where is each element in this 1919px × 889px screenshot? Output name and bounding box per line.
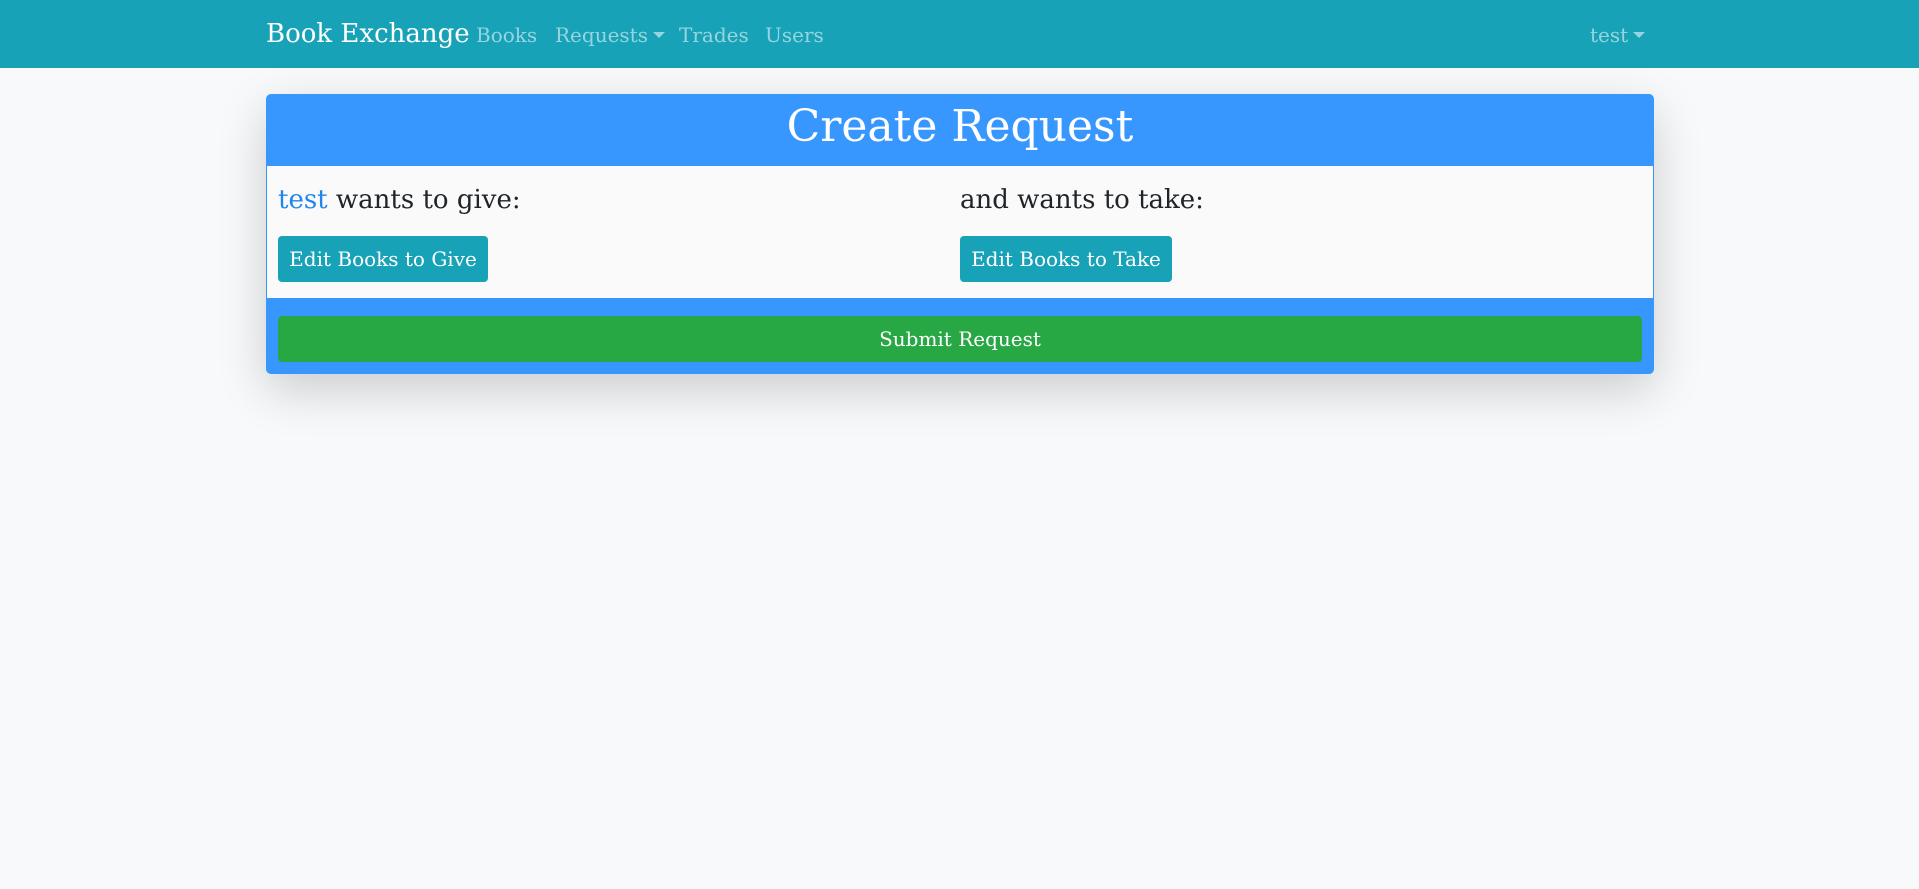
give-heading: test wants to give: [278,182,521,218]
nav-link-users[interactable]: Users [765,21,824,49]
nav-requests-label: Requests [555,23,648,47]
give-heading-text: wants to give: [335,185,521,215]
nav-link-trades[interactable]: Trades [679,21,749,49]
user-link[interactable]: test [278,185,328,215]
card-title: Create Request [786,101,1134,152]
nav-link-books[interactable]: Books [476,21,537,49]
caret-down-icon [1633,32,1646,38]
navbar: Book Exchange Books Requests Trades User… [0,0,1919,68]
take-heading: and wants to take: [960,185,1204,215]
submit-request-button[interactable]: Submit Request [278,316,1642,362]
create-request-card: Create Request test wants to give: and w… [266,94,1654,374]
brand-link[interactable]: Book Exchange [266,16,470,52]
edit-books-to-take-button[interactable]: Edit Books to Take [960,236,1172,282]
edit-books-to-give-button[interactable]: Edit Books to Give [278,236,488,282]
user-menu-dropdown[interactable]: test [1590,21,1646,49]
caret-down-icon [652,32,665,38]
user-menu-label: test [1590,23,1629,47]
nav-dropdown-requests[interactable]: Requests [555,21,665,49]
